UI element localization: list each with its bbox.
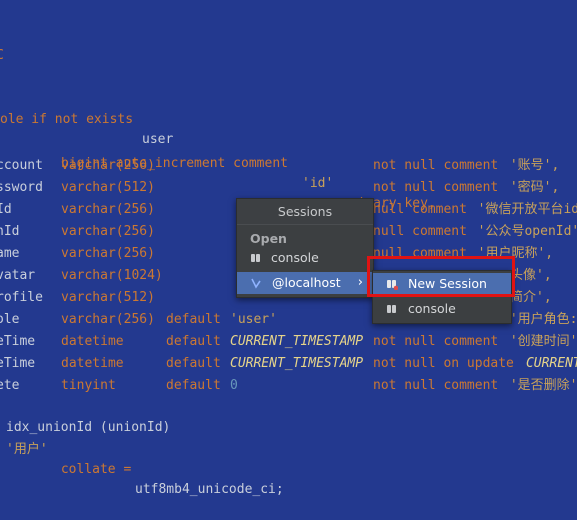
submenu-arrow-icon: › (357, 275, 363, 290)
menu-item-new-session[interactable]: New Session (373, 273, 511, 295)
column-name: ame (0, 246, 20, 261)
comment-string: '用户角色: (509, 312, 577, 327)
column-name: vatar (0, 268, 36, 283)
column-name: nId (0, 224, 20, 239)
column-constraint: not null comment (373, 334, 507, 349)
comment-string: '是否删除' (509, 378, 577, 393)
column-name: eTime (0, 334, 36, 349)
datasource-icon (251, 278, 261, 289)
menu-item-console[interactable]: console (373, 298, 511, 320)
comment-string: '微信开放平台id (477, 202, 577, 217)
comment-string: 头像', (510, 268, 552, 283)
column-type: datetime (61, 334, 124, 349)
menu-item-label: @localhost (272, 275, 341, 290)
code-text: C (0, 46, 4, 66)
default-value: CURRENT_TIMESTAMP (230, 334, 364, 349)
column-constraint: not null comment (373, 180, 507, 195)
column-type: varchar(256) (61, 312, 155, 327)
sessions-popup-title: Sessions (237, 199, 373, 225)
table-name: user (142, 132, 174, 147)
default-value: 'user' (230, 312, 277, 327)
column-constraint: null comment (373, 224, 475, 239)
console-icon (251, 254, 260, 262)
comment-string: '账号', (509, 158, 560, 173)
code-line: idx_unionId (unionId) (0, 398, 170, 435)
column-type: tinyint (61, 378, 116, 393)
default-keyword: default (166, 378, 229, 393)
menu-item-localhost[interactable]: @localhost › (237, 272, 373, 294)
column-name: eTime (0, 356, 36, 371)
collate-keyword: collate = (53, 462, 140, 477)
comment-string: CURRENT (525, 356, 577, 371)
column-type: varchar(256) (61, 224, 155, 239)
code-line: ole if not exists user (0, 90, 173, 147)
code-line: '用户' collate = utf8mb4_unicode_ci; (0, 420, 284, 497)
column-type: varchar(1024) (61, 268, 163, 283)
new-session-icon (387, 280, 398, 290)
table-comment: '用户' (6, 442, 48, 457)
console-icon (387, 305, 396, 313)
column-name: ole (0, 312, 20, 327)
menu-item-label: console (271, 250, 319, 265)
open-group-label: Open (250, 231, 287, 246)
column-type: datetime (61, 356, 124, 371)
column-constraint: not null on update (373, 356, 522, 371)
column-name: Id (0, 202, 12, 217)
column-type: varchar(256) (61, 202, 155, 217)
code-line: bigint auto_increment comment 'id' prima… (0, 134, 436, 211)
column-constraint: not null comment (373, 158, 507, 173)
column-constraint: null comment (373, 202, 475, 217)
comment-string: '用户昵称', (477, 246, 554, 261)
menu-item-console[interactable]: console (237, 247, 373, 269)
column-type: varchar(256) (61, 246, 155, 261)
column-name: rofile (0, 290, 43, 305)
default-keyword: default (166, 334, 229, 349)
column-constraint: not null comment (373, 378, 507, 393)
comment-string: 简介', (510, 290, 552, 305)
menu-item-label: New Session (408, 276, 487, 291)
default-keyword: default (166, 356, 229, 371)
column-name: ete (0, 378, 20, 393)
default-value: 0 (230, 378, 238, 393)
column-type: varchar(512) (61, 290, 155, 305)
localhost-submenu: New Session console (372, 270, 512, 324)
column-name: ssword (0, 180, 43, 195)
comment-string: '创建时间' (509, 334, 577, 349)
default-value: CURRENT_TIMESTAMP (230, 356, 364, 371)
column-type: varchar(256) (61, 158, 155, 173)
column-constraint: null comment (373, 246, 475, 261)
code-keywords: ole if not exists (0, 112, 141, 127)
sessions-popup: Sessions Open console @localhost › (236, 198, 374, 298)
comment-string: '公众号openId' (477, 224, 577, 239)
comment-string: 'id' (302, 176, 334, 191)
code-line: C (0, 26, 31, 63)
column-name: ccount (0, 158, 43, 173)
default-keyword: default (166, 312, 229, 327)
menu-item-label: console (408, 301, 456, 316)
collation-value: utf8mb4_unicode_ci; (135, 482, 284, 497)
column-type: varchar(512) (61, 180, 155, 195)
comment-string: '密码', (509, 180, 560, 195)
